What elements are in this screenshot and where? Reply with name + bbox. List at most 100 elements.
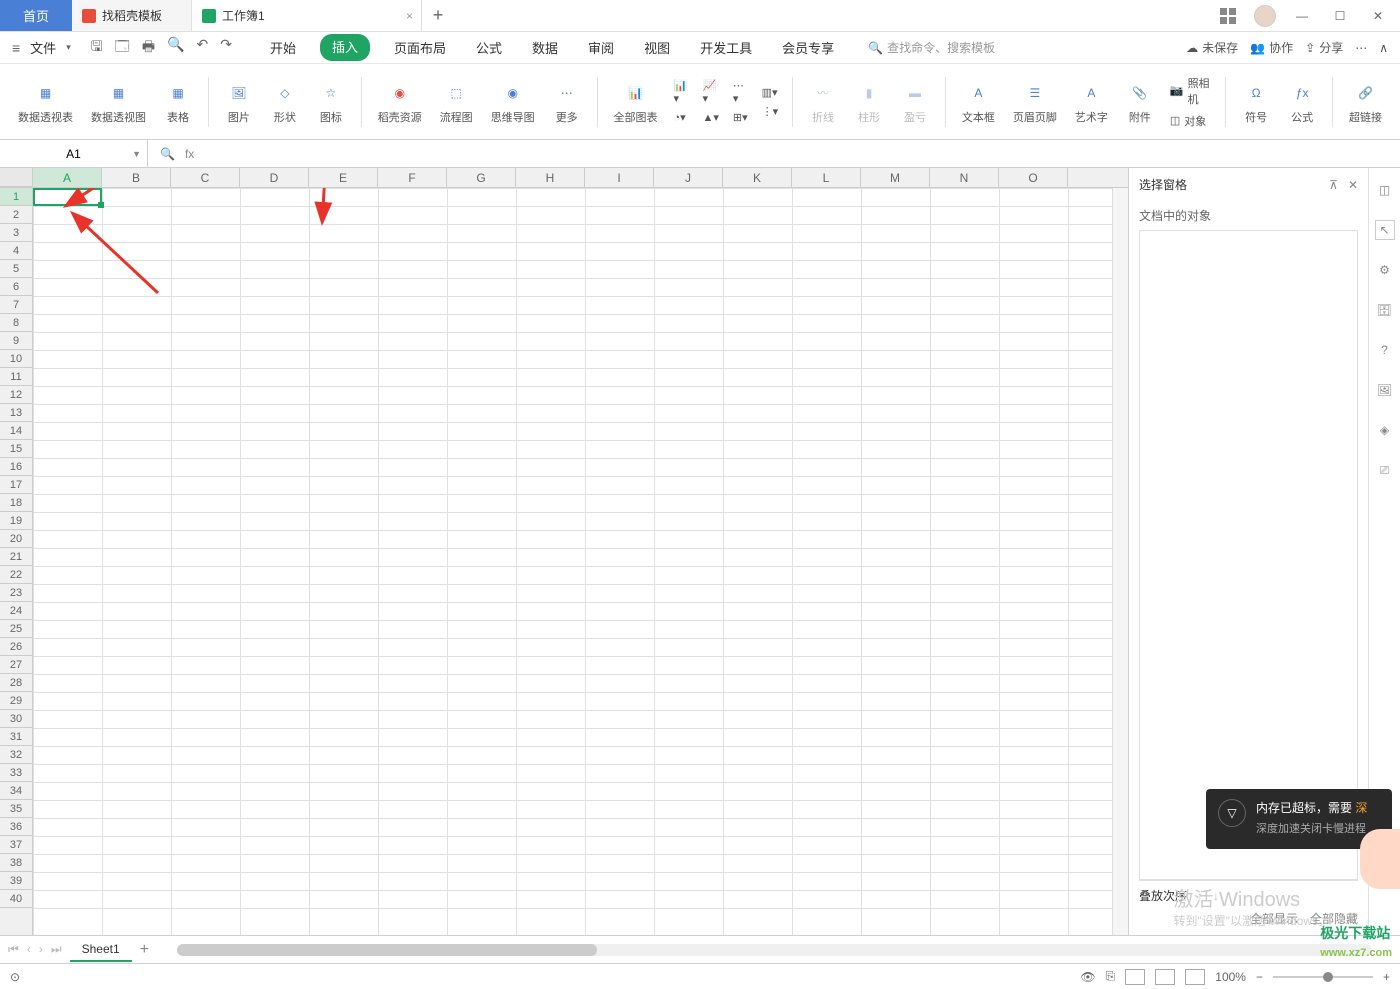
name-box[interactable]: ▼ — [0, 140, 148, 167]
row-header[interactable]: 35 — [0, 800, 32, 818]
tab-pagelayout[interactable]: 页面布局 — [388, 34, 452, 61]
row-header[interactable]: 15 — [0, 440, 32, 458]
select-all-corner[interactable] — [0, 168, 33, 187]
textbox-button[interactable]: A文本框 — [956, 75, 1001, 129]
move-down-icon[interactable]: ↓ — [1213, 889, 1219, 903]
tab-member[interactable]: 会员专享 — [776, 34, 840, 61]
row-header[interactable]: 10 — [0, 350, 32, 368]
row-header[interactable]: 19 — [0, 512, 32, 530]
tab-devtools[interactable]: 开发工具 — [694, 34, 758, 61]
page-view-icon[interactable] — [1155, 969, 1175, 985]
row-header[interactable]: 31 — [0, 728, 32, 746]
settings-icon[interactable]: ⚙ — [1375, 260, 1395, 280]
row-header[interactable]: 6 — [0, 278, 32, 296]
pivot-chart-button[interactable]: ▦数据透视图 — [85, 75, 152, 129]
all-charts-button[interactable]: 📊全部图表 — [608, 75, 664, 129]
horizontal-scrollbar[interactable] — [177, 944, 1372, 956]
chart-bar-icon[interactable]: 📊▾ — [670, 77, 693, 107]
toolbox-icon[interactable]: 🗄 — [1375, 300, 1395, 320]
apps-icon[interactable] — [1216, 4, 1240, 28]
row-header[interactable]: 39 — [0, 872, 32, 890]
eye-icon[interactable]: 👁 — [1080, 970, 1095, 984]
row-header[interactable]: 26 — [0, 638, 32, 656]
column-header[interactable]: C — [171, 168, 240, 187]
column-header[interactable]: I — [585, 168, 654, 187]
next-sheet-icon[interactable]: › — [39, 942, 43, 957]
close-button[interactable]: ✕ — [1366, 4, 1390, 28]
camera-button[interactable]: 📷照相机 — [1166, 73, 1215, 109]
column-header[interactable]: A — [33, 168, 102, 187]
tab-review[interactable]: 审阅 — [582, 34, 620, 61]
notif-action[interactable]: 深 — [1355, 801, 1367, 815]
tab-formula[interactable]: 公式 — [470, 34, 508, 61]
attachment-button[interactable]: 📎附件 — [1120, 75, 1160, 129]
mascot[interactable] — [1360, 829, 1400, 889]
row-header[interactable]: 9 — [0, 332, 32, 350]
symbol-button[interactable]: Ω符号 — [1236, 75, 1276, 129]
sparkline-column-button[interactable]: ▮柱形 — [849, 75, 889, 129]
row-header[interactable]: 28 — [0, 674, 32, 692]
zoom-out-icon[interactable]: − — [1256, 970, 1263, 984]
normal-view-icon[interactable] — [1125, 969, 1145, 985]
column-header[interactable]: K — [723, 168, 792, 187]
share-button[interactable]: ⇪分享 — [1305, 39, 1343, 56]
row-header[interactable]: 21 — [0, 548, 32, 566]
more-button[interactable]: ⋯更多 — [547, 75, 587, 129]
image-icon[interactable]: 🖼 — [1375, 380, 1395, 400]
wordart-button[interactable]: A艺术字 — [1069, 75, 1114, 129]
equation-button[interactable]: ƒx公式 — [1282, 75, 1322, 129]
clipboard-icon[interactable]: ⎘ — [1106, 969, 1116, 984]
column-header[interactable]: N — [930, 168, 999, 187]
icons-button[interactable]: ☆图标 — [311, 75, 351, 129]
tab-home[interactable]: 首页 — [0, 0, 72, 31]
row-header[interactable]: 17 — [0, 476, 32, 494]
first-sheet-icon[interactable]: ⏮ — [8, 942, 19, 957]
vertical-scrollbar[interactable] — [1112, 188, 1128, 935]
column-header[interactable]: M — [861, 168, 930, 187]
sparkline-winloss-button[interactable]: ▬盈亏 — [895, 75, 935, 129]
row-header[interactable]: 1 — [0, 188, 32, 206]
column-header[interactable]: L — [792, 168, 861, 187]
avatar[interactable] — [1254, 5, 1276, 27]
close-icon[interactable]: × — [406, 9, 413, 23]
record-icon[interactable]: ⊙ — [10, 970, 20, 984]
row-header[interactable]: 33 — [0, 764, 32, 782]
print-icon[interactable]: 🖶 — [142, 36, 155, 60]
row-header[interactable]: 18 — [0, 494, 32, 512]
headerfooter-button[interactable]: ☰页眉页脚 — [1007, 75, 1063, 129]
column-header[interactable]: E — [309, 168, 378, 187]
preview-icon[interactable]: 🔍 — [167, 36, 184, 60]
row-header[interactable]: 40 — [0, 890, 32, 908]
maximize-button[interactable]: ☐ — [1328, 4, 1352, 28]
add-tab-button[interactable]: + — [422, 0, 454, 31]
row-header[interactable]: 29 — [0, 692, 32, 710]
flowchart-button[interactable]: ⬚流程图 — [434, 75, 479, 129]
more-icon[interactable]: ⋯ — [1355, 41, 1367, 55]
cancel-icon[interactable]: 🔍 — [160, 147, 175, 161]
column-header[interactable]: J — [654, 168, 723, 187]
row-header[interactable]: 12 — [0, 386, 32, 404]
tab-start[interactable]: 开始 — [264, 34, 302, 61]
row-header[interactable]: 2 — [0, 206, 32, 224]
zoom-slider[interactable] — [1273, 976, 1373, 978]
row-header[interactable]: 38 — [0, 854, 32, 872]
move-up-icon[interactable]: ↑ — [1197, 889, 1203, 903]
tab-template[interactable]: 找稻壳模板 — [72, 0, 192, 31]
chart-area-icon[interactable]: ▲▾ — [698, 109, 722, 126]
pin-icon[interactable]: ⊼ — [1329, 178, 1338, 192]
chart-column-icon[interactable]: ▥▾ — [758, 84, 783, 101]
formula-input[interactable] — [206, 140, 1400, 167]
row-header[interactable]: 8 — [0, 314, 32, 332]
fx-icon[interactable]: fx — [185, 147, 194, 161]
cells-area[interactable] — [33, 188, 1112, 935]
cell-reference-input[interactable] — [34, 147, 114, 161]
tab-insert[interactable]: 插入 — [320, 34, 370, 61]
chart-scatter-icon[interactable]: ⋯▾ — [729, 77, 752, 107]
add-sheet-button[interactable]: + — [140, 941, 149, 959]
row-header[interactable]: 20 — [0, 530, 32, 548]
row-header[interactable]: 36 — [0, 818, 32, 836]
chart-more-icon[interactable]: ⋮▾ — [758, 103, 783, 120]
chart-line-icon[interactable]: 📈▾ — [698, 77, 722, 107]
collapse-ribbon-icon[interactable]: ∧ — [1379, 41, 1388, 55]
row-header[interactable]: 23 — [0, 584, 32, 602]
